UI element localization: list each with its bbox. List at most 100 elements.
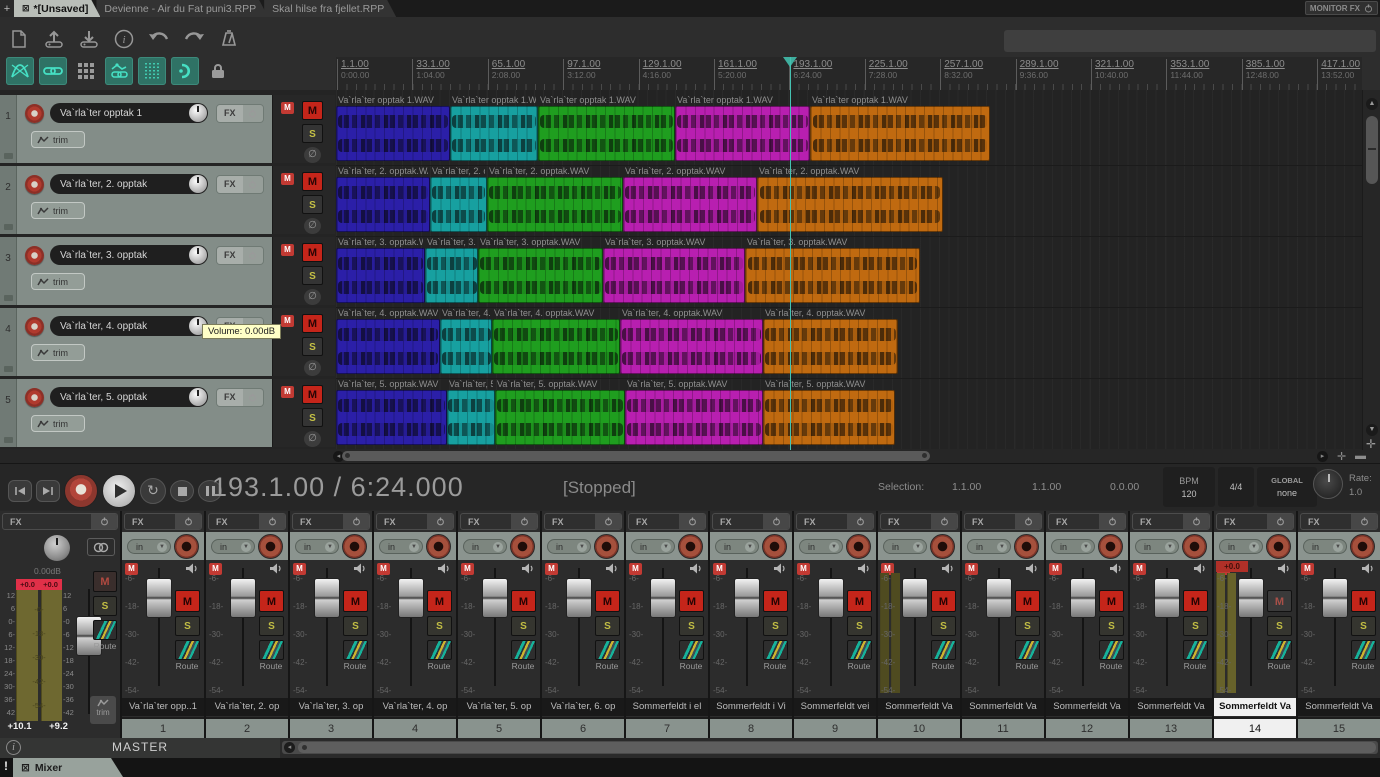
mute-button[interactable]: M: [302, 385, 323, 404]
trim-envelope-button[interactable]: trim: [31, 273, 85, 290]
channel-number[interactable]: 13: [1130, 717, 1212, 738]
channel-number[interactable]: 7: [626, 717, 708, 738]
volume-knob[interactable]: [189, 388, 207, 406]
route-button[interactable]: [427, 640, 452, 660]
track-fx-button[interactable]: FX: [216, 104, 264, 123]
monitor-fx-button[interactable]: MONITOR FX: [1305, 1, 1378, 15]
solo-button[interactable]: S: [259, 616, 284, 636]
fx-power-icon[interactable]: [595, 514, 621, 529]
media-item[interactable]: [336, 319, 440, 374]
master-trim-button[interactable]: trim: [90, 696, 116, 724]
master-fx-button[interactable]: FX: [2, 513, 118, 530]
solo-button[interactable]: S: [847, 616, 872, 636]
input-select-button[interactable]: in▼: [631, 539, 675, 554]
time-signature-box[interactable]: 4/4: [1218, 467, 1254, 507]
mixer-strip-2[interactable]: FXin▼M-6--18--30--42--54-MSRouteVa`rla`t…: [206, 511, 290, 738]
mute-button[interactable]: M: [1015, 590, 1040, 612]
volume-knob[interactable]: [189, 175, 207, 193]
route-button[interactable]: [1267, 640, 1292, 660]
envelope-link-toggle[interactable]: [105, 57, 133, 85]
channel-fx-button[interactable]: FX: [964, 513, 1042, 530]
volume-fader[interactable]: [902, 578, 928, 618]
record-arm-button[interactable]: [258, 534, 283, 559]
solo-button[interactable]: S: [302, 337, 323, 356]
fx-power-icon[interactable]: [1015, 514, 1041, 529]
record-arm-button[interactable]: [1014, 534, 1039, 559]
solo-button[interactable]: S: [343, 616, 368, 636]
zoom-out-horizontal-button[interactable]: ▬: [1355, 450, 1366, 462]
fx-power-icon[interactable]: [243, 176, 263, 193]
record-arm-button[interactable]: [930, 534, 955, 559]
record-arm-button[interactable]: [510, 534, 535, 559]
input-select-button[interactable]: in▼: [547, 539, 591, 554]
open-project-button[interactable]: [41, 27, 67, 53]
track-control-panel-1[interactable]: 1Va`rla`ter opptak 1FXtrimMMS∅: [0, 95, 336, 163]
fx-power-icon[interactable]: [511, 514, 537, 529]
record-arm-button[interactable]: [25, 388, 44, 407]
fx-power-icon[interactable]: [763, 514, 789, 529]
fx-power-icon[interactable]: [931, 514, 957, 529]
channel-number[interactable]: 1: [122, 717, 204, 738]
volume-fader[interactable]: [230, 578, 256, 618]
mute-button[interactable]: M: [595, 590, 620, 612]
channel-number[interactable]: 10: [878, 717, 960, 738]
channel-fx-button[interactable]: FX: [1132, 513, 1210, 530]
zoom-in-vertical-button[interactable]: ✛: [1366, 438, 1376, 450]
route-button[interactable]: [595, 640, 620, 660]
channel-number[interactable]: 11: [962, 717, 1044, 738]
record-arm-button[interactable]: [426, 534, 451, 559]
channel-number[interactable]: 8: [710, 717, 792, 738]
volume-fader[interactable]: [1154, 578, 1180, 618]
track-fx-button[interactable]: FX: [216, 246, 264, 265]
fx-power-icon[interactable]: [1351, 514, 1377, 529]
channel-number[interactable]: 9: [794, 717, 876, 738]
route-button[interactable]: [679, 640, 704, 660]
channel-number[interactable]: 6: [542, 717, 624, 738]
input-select-button[interactable]: in▼: [1219, 539, 1263, 554]
solo-button[interactable]: S: [302, 408, 323, 427]
solo-button[interactable]: S: [1183, 616, 1208, 636]
grid-dots-toggle[interactable]: [72, 57, 100, 85]
mixer-strip-10[interactable]: FXin▼M-6--18--30--42--54-MSRouteSommerfe…: [878, 511, 962, 738]
route-button[interactable]: [259, 640, 284, 660]
snap-to-grid-toggle[interactable]: [138, 57, 166, 85]
scroll-up-button[interactable]: ▲: [1366, 98, 1378, 110]
media-item[interactable]: [478, 248, 603, 303]
record-arm-button[interactable]: [25, 175, 44, 194]
fx-power-icon[interactable]: [679, 514, 705, 529]
volume-knob[interactable]: [189, 246, 207, 264]
track-name-field[interactable]: Va`rla`ter, 2. opptak: [50, 174, 208, 194]
mixer-strip-9[interactable]: FXin▼M-6--18--30--42--54-MSRouteSommerfe…: [794, 511, 878, 738]
media-item[interactable]: [757, 177, 943, 232]
solo-button[interactable]: S: [1267, 616, 1292, 636]
mixer-strip-14[interactable]: FXin▼M+0.0-6--18--30--42--54-MSRouteSomm…: [1214, 511, 1298, 738]
arrange-track-lane-4[interactable]: Va`rla`ter, 4. opptak.WAVVa`rla`ter, 4. …: [336, 308, 1362, 379]
mixer-strip-7[interactable]: FXin▼M-6--18--30--42--54-MSRouteSommerfe…: [626, 511, 710, 738]
master-clip-indicator[interactable]: +0.0+0.0: [16, 579, 62, 590]
mixer-strip-master[interactable]: FX0.00dB+0.0+0.01260-6-12-18-24-30-36-42…: [0, 511, 122, 738]
channel-fx-button[interactable]: FX: [208, 513, 286, 530]
input-select-button[interactable]: in▼: [211, 539, 255, 554]
new-tab-button[interactable]: +: [0, 0, 14, 17]
record-arm-button[interactable]: [678, 534, 703, 559]
save-project-button[interactable]: [76, 27, 102, 53]
arrange-track-lane-2[interactable]: Va`rla`ter, 2. opptak.WAVVa`rla`ter, 2. …: [336, 166, 1362, 237]
input-select-button[interactable]: in▼: [127, 539, 171, 554]
global-automation-box[interactable]: GLOBAL none: [1257, 467, 1317, 507]
track-name-field[interactable]: Va`rla`ter, 4. opptak: [50, 316, 208, 336]
mute-button[interactable]: M: [259, 590, 284, 612]
mute-button[interactable]: M: [847, 590, 872, 612]
volume-fader[interactable]: [650, 578, 676, 618]
channel-fx-button[interactable]: FX: [460, 513, 538, 530]
track-name-field[interactable]: Va`rla`ter opptak 1: [50, 103, 208, 123]
mute-button[interactable]: M: [679, 590, 704, 612]
route-button[interactable]: [175, 640, 200, 660]
record-arm-button[interactable]: [1182, 534, 1207, 559]
volume-fader[interactable]: [314, 578, 340, 618]
scroll-down-button[interactable]: ▼: [1366, 424, 1378, 436]
track-control-panel-4[interactable]: 4Va`rla`ter, 4. opptakFXtrimMMS∅: [0, 308, 336, 376]
repeat-button[interactable]: ↻: [140, 478, 166, 504]
media-item[interactable]: [603, 248, 745, 303]
channel-fx-button[interactable]: FX: [1300, 513, 1378, 530]
mixer-strip-5[interactable]: FXin▼M-6--18--30--42--54-MSRouteVa`rla`t…: [458, 511, 542, 738]
